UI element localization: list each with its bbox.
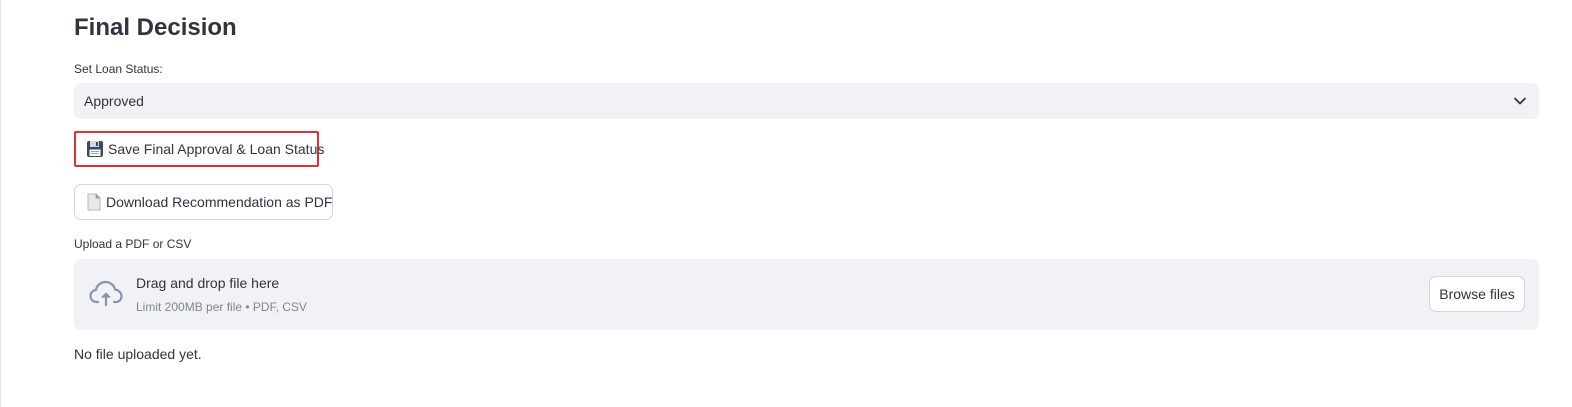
file-dropzone[interactable]: Drag and drop file here Limit 200MB per … <box>74 259 1539 330</box>
loan-status-label: Set Loan Status: <box>74 62 163 76</box>
upload-status-text: No file uploaded yet. <box>74 346 202 362</box>
document-icon <box>86 193 102 211</box>
loan-status-selected-value: Approved <box>84 93 144 109</box>
save-button-label: Save Final Approval & Loan Status <box>108 141 325 157</box>
download-button-label: Download Recommendation as PDF <box>106 194 333 210</box>
save-final-approval-button[interactable]: Save Final Approval & Loan Status <box>74 131 324 167</box>
floppy-disk-icon <box>86 140 104 158</box>
dropzone-title: Drag and drop file here <box>136 275 280 291</box>
dropzone-hint: Limit 200MB per file • PDF, CSV <box>136 300 307 314</box>
upload-label: Upload a PDF or CSV <box>74 237 192 251</box>
chevron-down-icon <box>1513 94 1527 108</box>
loan-status-select[interactable]: Approved <box>74 83 1539 119</box>
download-recommendation-pdf-button[interactable]: Download Recommendation as PDF <box>74 184 333 220</box>
cloud-upload-icon <box>89 279 123 309</box>
app-main: Final Decision Set Loan Status: Approved… <box>0 0 1572 407</box>
section-title: Final Decision <box>74 14 237 41</box>
browse-files-button[interactable]: Browse files <box>1429 276 1525 312</box>
